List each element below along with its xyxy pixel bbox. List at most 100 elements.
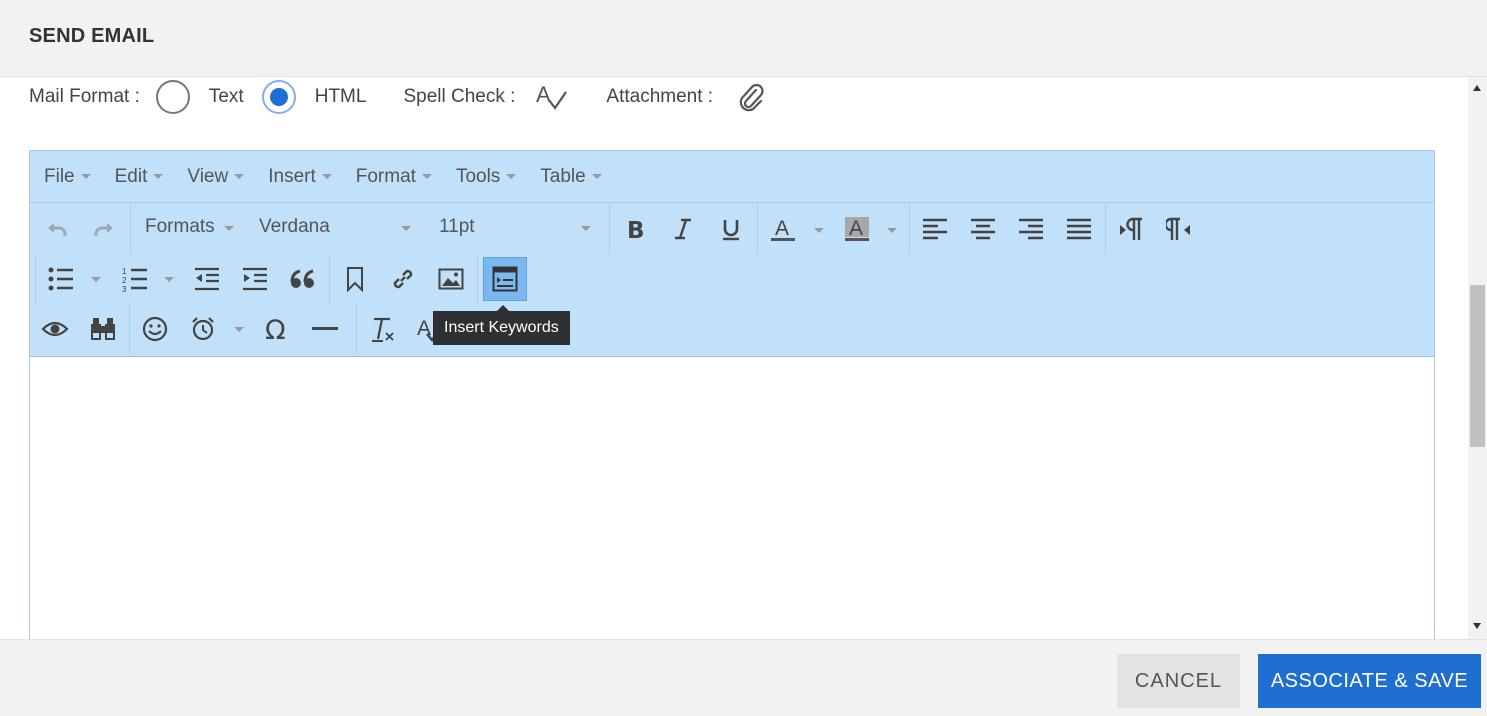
font-size-dropdown[interactable]: 11pt [439, 216, 475, 238]
menu-tools[interactable]: Tools [455, 165, 517, 188]
chevron-down-icon [591, 174, 602, 179]
menu-view-label: View [187, 165, 229, 187]
blockquote-button[interactable] [283, 259, 323, 299]
eye-icon [41, 321, 69, 337]
text-format-radio[interactable] [155, 80, 190, 114]
chevron-down-icon[interactable] [234, 327, 244, 332]
menu-edit-label: Edit [114, 165, 148, 187]
bookmark-button[interactable] [335, 259, 375, 299]
justify-icon [1067, 218, 1091, 240]
associate-save-button[interactable]: ASSOCIATE & SAVE [1258, 654, 1481, 708]
background-color-button[interactable]: A [837, 209, 877, 249]
menu-tools-label: Tools [455, 165, 501, 187]
bullet-list-button[interactable] [41, 259, 81, 299]
menu-format[interactable]: Format [356, 166, 432, 188]
horizontal-rule-button[interactable] [305, 309, 345, 349]
svg-text:B: B [627, 218, 645, 241]
scroll-up-arrow-icon[interactable] [1473, 85, 1481, 91]
underline-icon [723, 220, 739, 241]
dialog-title: SEND EMAIL [29, 25, 155, 47]
vertical-scrollbar[interactable] [1468, 77, 1487, 639]
link-button[interactable] [383, 259, 423, 299]
outdent-icon [195, 267, 219, 291]
indent-button[interactable] [235, 259, 275, 299]
preview-button[interactable] [35, 309, 75, 349]
outdent-button[interactable] [187, 259, 227, 299]
image-icon [438, 268, 464, 290]
scroll-thumb[interactable] [1470, 285, 1485, 447]
toolbar-row-3: Ω A [30, 304, 1434, 354]
text-color-button[interactable]: A [763, 209, 803, 249]
toolbar-separator [757, 204, 758, 254]
spell-check-label: Spell Check : [403, 86, 516, 107]
menu-file[interactable]: File [44, 166, 91, 188]
paperclip-icon[interactable] [737, 82, 765, 112]
toolbar-separator [609, 204, 610, 254]
omega-icon: Ω [265, 316, 286, 342]
cancel-button[interactable]: CANCEL [1117, 654, 1240, 708]
numbered-list-button[interactable]: 123 [115, 259, 155, 299]
bold-button[interactable]: B [615, 209, 655, 249]
toolbar-separator [477, 254, 478, 304]
insert-keywords-button[interactable] [483, 257, 527, 301]
underline-button[interactable] [711, 209, 751, 249]
text-format-label[interactable]: Text [209, 86, 244, 108]
chevron-down-icon[interactable] [887, 228, 897, 233]
rtl-button[interactable] [1159, 209, 1199, 249]
chevron-down-icon[interactable] [91, 277, 101, 282]
align-left-button[interactable] [915, 209, 955, 249]
chevron-down-icon [80, 174, 91, 179]
toolbar-separator [356, 304, 357, 354]
toolbar-row-1: Formats Verdana 11pt B A A [30, 204, 1434, 254]
toolbar-separator [130, 204, 131, 254]
menu-table[interactable]: Table [540, 165, 602, 188]
align-right-button[interactable] [1011, 209, 1051, 249]
paragraph-ltr-icon [1120, 217, 1142, 240]
scroll-down-arrow-icon[interactable] [1473, 623, 1481, 629]
dialog-header: SEND EMAIL [0, 0, 1487, 77]
chevron-down-icon [153, 174, 164, 179]
emoticons-button[interactable] [135, 309, 175, 349]
chevron-down-icon [321, 174, 332, 179]
link-icon [393, 269, 413, 289]
clear-formatting-button[interactable] [363, 309, 403, 349]
bold-icon: B [627, 218, 645, 241]
spell-check-icon[interactable]: A [535, 82, 569, 112]
ltr-button[interactable] [1111, 209, 1151, 249]
menu-view[interactable]: View [187, 165, 245, 188]
menu-edit[interactable]: Edit [115, 166, 164, 188]
chevron-down-icon[interactable] [164, 277, 174, 282]
bullet-list-icon [48, 267, 73, 291]
html-format-label[interactable]: HTML [315, 86, 367, 108]
svg-text:1: 1 [122, 267, 127, 276]
toolbar-separator [35, 254, 36, 304]
justify-button[interactable] [1059, 209, 1099, 249]
find-replace-button[interactable] [83, 309, 123, 349]
menu-insert-label: Insert [268, 165, 316, 187]
clear-formatting-icon [372, 317, 394, 342]
align-right-icon [1019, 218, 1043, 240]
mail-format-label: Mail Format : [29, 86, 140, 107]
toolbar-separator [1105, 204, 1106, 254]
image-button[interactable] [431, 259, 471, 299]
horizontal-line-icon [312, 327, 338, 330]
font-family-dropdown[interactable]: Verdana [259, 216, 330, 238]
align-center-button[interactable] [963, 209, 1003, 249]
undo-button[interactable] [37, 209, 77, 249]
attachment-label: Attachment : [606, 86, 714, 107]
redo-icon [94, 223, 113, 236]
menu-insert[interactable]: Insert [268, 166, 332, 188]
toolbar-separator [329, 254, 330, 304]
redo-button[interactable] [84, 209, 124, 249]
insert-datetime-button[interactable] [183, 309, 223, 349]
chevron-down-icon[interactable] [814, 228, 824, 233]
svg-text:3: 3 [122, 285, 127, 292]
italic-button[interactable] [663, 209, 703, 249]
menu-table-label: Table [540, 165, 586, 187]
special-character-button[interactable]: Ω [257, 309, 297, 349]
binoculars-icon [91, 318, 115, 340]
html-format-radio[interactable] [261, 80, 296, 114]
formats-dropdown[interactable]: Formats [145, 216, 215, 238]
highlight-icon: A [845, 217, 869, 241]
editor-content-area[interactable] [30, 358, 1434, 639]
